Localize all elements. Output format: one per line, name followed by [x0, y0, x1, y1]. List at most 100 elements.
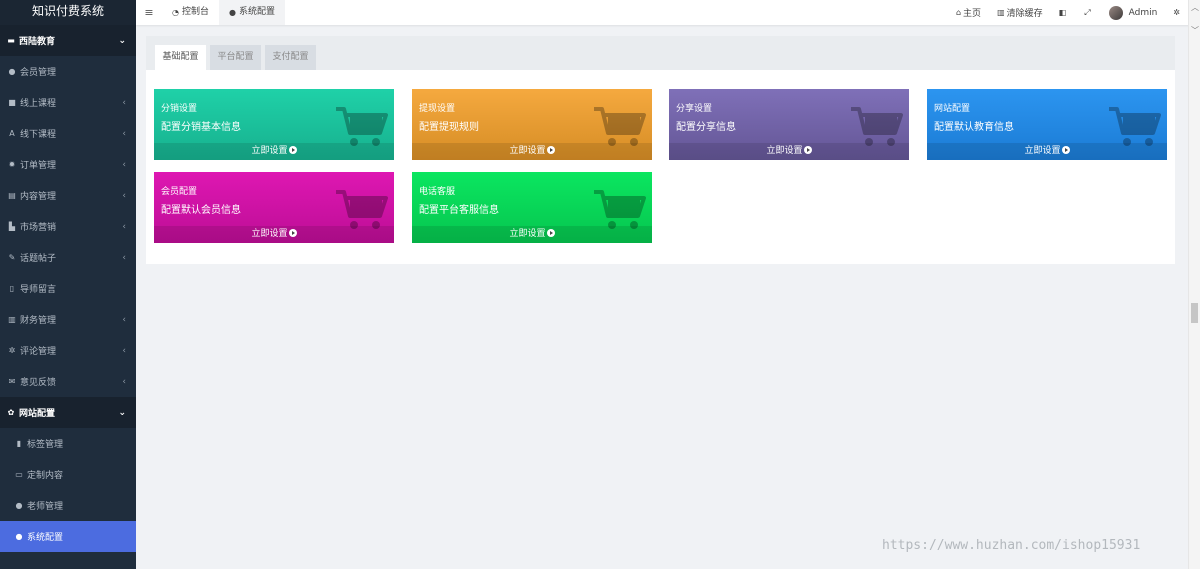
chevron-left-icon: ‹ — [122, 345, 126, 356]
set-now-button[interactable]: 立即设置 — [412, 143, 652, 160]
chevron-left-icon: ‹ — [122, 128, 126, 139]
chevron-left-icon: ‹ — [122, 159, 126, 170]
tab-system-config[interactable]: ● 系统配置 — [219, 0, 285, 25]
sidebar-item-8[interactable]: ▯ 导师留言 — [0, 273, 136, 304]
clear-cache-button[interactable]: ▥ 清除缓存 — [989, 6, 1051, 19]
set-now-label: 立即设置 — [766, 146, 803, 156]
chevron-left-icon: ‹ — [122, 252, 126, 263]
set-now-button[interactable]: 立即设置 — [927, 143, 1167, 160]
chevron-up-icon[interactable]: ︿ — [1191, 2, 1199, 13]
folder-open-icon: ▭ — [15, 470, 23, 479]
sidebar-item-label: 市场营销 — [20, 223, 57, 233]
gear-icon: ✹ — [8, 160, 16, 169]
sidebar-item-1[interactable]: ● 会员管理 — [0, 56, 136, 87]
sidebar-item-label: 财务管理 — [20, 316, 57, 326]
card-title: 提现设置 — [419, 104, 456, 114]
sidebar-item-15[interactable]: ● 老师管理 — [0, 490, 136, 521]
set-now-button[interactable]: 立即设置 — [154, 143, 394, 160]
set-now-button[interactable]: 立即设置 — [669, 143, 909, 160]
set-now-label: 立即设置 — [1024, 146, 1061, 156]
watermark: https://www.huzhan.com/ishop15931 — [882, 538, 1141, 553]
tab-basic-config[interactable]: 基础配置 — [155, 45, 206, 70]
sidebar-item-14[interactable]: ▭ 定制内容 — [0, 459, 136, 490]
font-icon: A — [9, 129, 15, 138]
sidebar-item-label: 网站配置 — [19, 409, 56, 419]
edit-icon: ✎ — [8, 253, 16, 262]
card-title: 分销设置 — [161, 104, 198, 114]
sidebar-item-label: 导师留言 — [20, 285, 57, 295]
sidebar-item-6[interactable]: ▙ 市场营销 ‹ — [0, 211, 136, 242]
settings-icon: ✲ — [8, 346, 16, 355]
card-title: 分享设置 — [676, 104, 713, 114]
config-card: 会员配置配置默认会员信息立即设置 — [154, 172, 394, 243]
sidebar-item-16[interactable]: ● 系统配置 — [0, 521, 136, 552]
sidebar-item-7[interactable]: ✎ 话题帖子 ‹ — [0, 242, 136, 273]
sidebar-item-13[interactable]: ▮ 标签管理 — [0, 428, 136, 459]
chevron-down-icon: ⌄ — [118, 35, 126, 46]
dashboard-icon: ◔ — [172, 8, 179, 17]
sidebar-item-4[interactable]: ✹ 订单管理 ‹ — [0, 149, 136, 180]
settings-icon: ✲ — [1173, 8, 1180, 17]
set-now-label: 立即设置 — [509, 229, 546, 239]
chevron-down-icon[interactable]: ﹀ — [1191, 25, 1199, 36]
sidebar-item-5[interactable]: ▤ 内容管理 ‹ — [0, 180, 136, 211]
sidebar-item-9[interactable]: ▥ 财务管理 ‹ — [0, 304, 136, 335]
chevron-down-icon: ⌄ — [118, 407, 126, 418]
sidebar-item-11[interactable]: ✉ 意见反馈 ‹ — [0, 366, 136, 397]
user-icon: ● — [8, 67, 16, 76]
sidebar-item-label: 评论管理 — [20, 347, 57, 357]
sidebar-item-label: 线下课程 — [20, 130, 57, 140]
file-icon: ▯ — [9, 284, 15, 293]
set-now-button[interactable]: 立即设置 — [412, 226, 652, 243]
fullscreen-icon: ⤢ — [1084, 7, 1091, 17]
sidebar-item-label: 内容管理 — [20, 192, 57, 202]
translate-button[interactable]: ◧ — [1051, 8, 1077, 17]
chevron-left-icon: ‹ — [122, 221, 126, 232]
card-description: 配置默认教育信息 — [934, 122, 1014, 133]
arrow-circle-right-icon — [803, 146, 812, 154]
user-name: Admin — [1128, 7, 1158, 18]
sidebar-item-10[interactable]: ✲ 评论管理 ‹ — [0, 335, 136, 366]
bar-chart-icon: ▙ — [8, 222, 16, 231]
page-scrollbar[interactable]: ︿ ﹀ — [1188, 0, 1200, 569]
home-label: 主页 — [963, 9, 982, 19]
translate-icon: ◧ — [1058, 8, 1067, 17]
sidebar-item-3[interactable]: A 线下课程 ‹ — [0, 118, 136, 149]
card-title: 会员配置 — [161, 187, 198, 197]
chevron-left-icon: ‹ — [122, 97, 126, 108]
set-now-label: 立即设置 — [509, 146, 546, 156]
chevron-left-icon: ‹ — [122, 376, 126, 387]
gear-icon: ✿ — [7, 408, 15, 417]
set-now-button[interactable]: 立即设置 — [154, 226, 394, 243]
envelope-icon: ✉ — [8, 377, 16, 386]
sidebar-menu: ▬ 西陆教育 ⌄ ● 会员管理 ■ 线上课程 ‹ A 线下课程 ‹ ✹ 订单管理 ‹ ▤ 内容管理 ‹ ▙ 市场营销… — [0, 25, 136, 552]
user-menu[interactable]: Admin — [1101, 5, 1166, 20]
config-card: 电话客服 配置平台客服信息 立即设置 — [412, 172, 652, 243]
fullscreen-button[interactable]: ⤢ — [1076, 8, 1100, 18]
sidebar-item-12[interactable]: ✿ 网站配置 ⌄ — [0, 397, 136, 428]
home-link[interactable]: ⌂ 主页 — [948, 6, 989, 19]
tab-payment-config[interactable]: 支付配置 — [265, 45, 316, 70]
arrow-circle-right-icon — [288, 146, 297, 154]
bank-icon: ▥ — [8, 315, 16, 324]
sidebar-item-0[interactable]: ▬ 西陆教育 ⌄ — [0, 25, 136, 56]
card-title: 电话客服 — [419, 187, 456, 197]
user-plus-icon: ● — [15, 501, 23, 510]
tab-system-config-label: 系统配置 — [238, 7, 275, 17]
sidebar-item-2[interactable]: ■ 线上课程 ‹ — [0, 87, 136, 118]
tab-platform-config[interactable]: 平台配置 — [210, 45, 261, 70]
topbar-actions: ⌂ 主页 ▥ 清除缓存 ◧ ⤢ Admin ✲ — [948, 0, 1200, 25]
avatar — [1108, 5, 1123, 20]
scrollbar-thumb[interactable] — [1191, 303, 1198, 323]
user-plus-icon: ● — [15, 532, 23, 541]
user-plus-icon: ● — [229, 8, 236, 17]
config-panel: 基础配置 平台配置 支付配置 分销设置 配置分销基本信息 立即设置 提现设置 配置提现规… — [146, 36, 1175, 264]
hamburger-menu-icon[interactable]: ≡ — [136, 6, 162, 19]
config-tabbar: 基础配置 平台配置 支付配置 — [146, 36, 1175, 70]
config-card: 分享设置 配置分享信息 立即设置 — [669, 89, 909, 160]
app-title: 知识付费系统 — [0, 0, 136, 25]
home-icon: ⌂ — [955, 8, 962, 17]
tab-dashboard-label: 控制台 — [181, 7, 209, 17]
card-description: 配置默认会员信息 — [161, 205, 241, 216]
tab-dashboard[interactable]: ◔ 控制台 — [162, 0, 219, 25]
